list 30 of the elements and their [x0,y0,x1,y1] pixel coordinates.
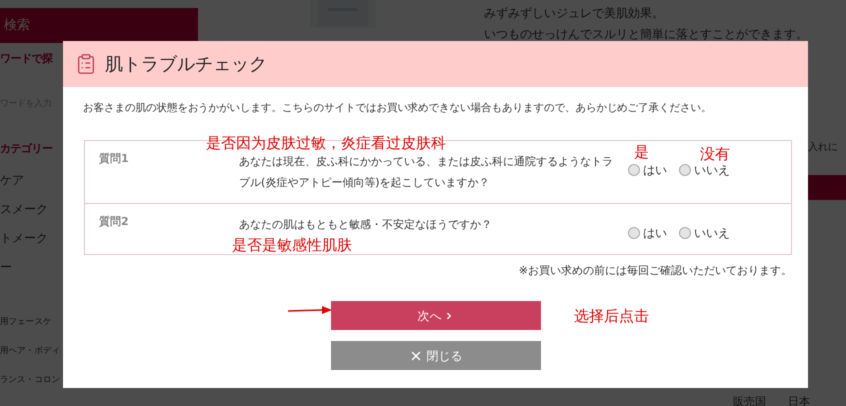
question-text: あなたの肌はもともと敏感・不安定なほうですか？ [239,216,493,233]
side-button[interactable]: 入れに [808,140,838,155]
category-item[interactable]: ケア [0,172,24,188]
note-text: ※お買い求めの前には毎回ご確認いただいております。 [518,262,792,279]
origin-value: 日本 [788,394,810,406]
question-label: 質問1 [98,150,130,167]
category-item[interactable]: スメーク [0,200,48,218]
arrow-icon [288,305,332,315]
annotation-text: 是 [634,142,649,163]
annotation-text: 是否因为皮肤过敏，炎症看过皮肤科 [206,133,446,154]
dialog-title: 肌トラブルチェック [105,52,267,76]
annotation-text: 选择后点击 [574,306,649,327]
radio-option[interactable]: いいえ [679,224,730,242]
question-text: あなたは現在、皮ふ科にかかっている、または皮ふ科に通院するようなトラブル(炎症やアトピー傾向等)を起こしていますか？ [239,154,614,191]
radio-button[interactable] [628,226,640,239]
radio-option[interactable]: はい [628,160,667,179]
radio-option[interactable]: はい [628,224,667,242]
annotation-text: 是否是敏感性肌肤 [232,235,352,256]
description-text: みずみずしいジュレで美肌効果。 [484,5,665,22]
keyword-heading: ワードで探 [0,51,52,67]
radio-button[interactable] [628,164,640,176]
close-button[interactable]: 閉じる [330,341,540,370]
category-heading: カテゴリー [0,141,52,157]
question-label: 質問2 [98,214,130,230]
radio-button[interactable] [679,164,691,176]
intro-text: お客さまの肌の状態をおうかがいします。こちらのサイトではお買い求めできない場合もありますので、あらかじめご了承ください。 [83,101,713,116]
next-button[interactable]: 次へ [330,301,540,330]
checklist-icon [75,53,97,75]
description-text: いつものせっけんでスルリと簡単に落とすことができます。 [484,26,808,43]
radio-button[interactable] [679,226,691,239]
